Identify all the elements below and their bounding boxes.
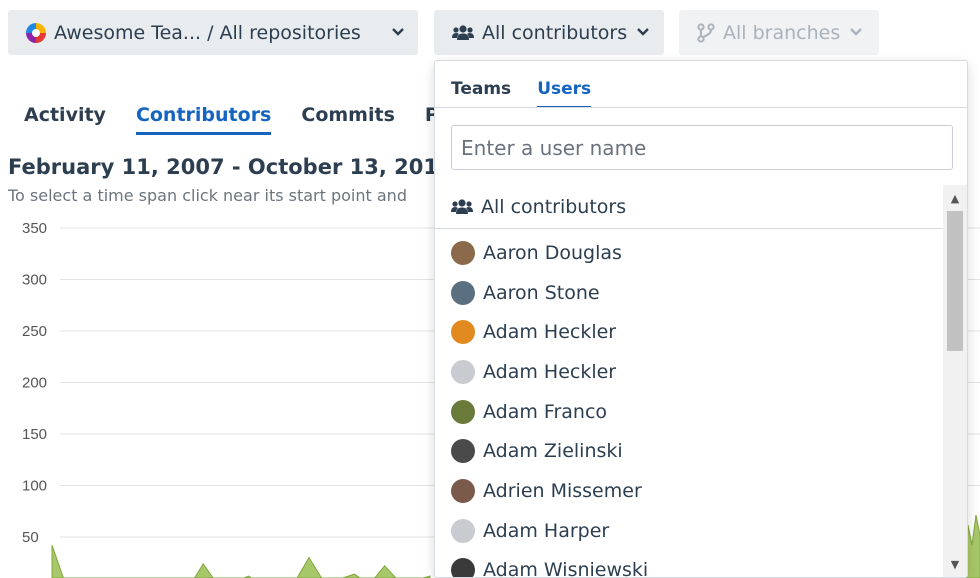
main-tabs: Activity Contributors Commits Pun xyxy=(24,104,466,135)
y-tick-label: 150 xyxy=(22,426,47,443)
user-list: All contributors Aaron Douglas Aaron Ston… xyxy=(435,185,943,578)
user-search-input[interactable] xyxy=(451,125,953,170)
tab-commits[interactable]: Commits xyxy=(301,104,395,135)
scroll-up-arrow-icon[interactable]: ▲ xyxy=(943,189,967,209)
branches-selector[interactable]: All branches xyxy=(679,10,879,55)
user-name: Adam Franco xyxy=(483,400,608,423)
contributors-dropdown: Teams Users All contributors Aaron Dougl… xyxy=(434,60,968,578)
avatar xyxy=(451,478,475,503)
contributions-area xyxy=(965,514,980,578)
user-option[interactable]: Adam Heckler xyxy=(435,312,943,352)
y-tick-label: 200 xyxy=(22,375,47,392)
dropdown-tabs: Teams Users xyxy=(451,79,592,108)
branch-icon xyxy=(697,22,715,43)
tab-contributors[interactable]: Contributors xyxy=(135,104,272,135)
branches-selector-label: All branches xyxy=(723,21,841,44)
chevron-down-icon xyxy=(850,25,863,40)
scroll-down-arrow-icon[interactable]: ▼ xyxy=(943,555,967,575)
user-option[interactable]: Aaron Douglas xyxy=(435,233,943,273)
contributions-area xyxy=(51,545,431,578)
date-range-title: February 11, 2007 - October 13, 2019 xyxy=(8,155,453,179)
repository-selector-label: Awesome Tea... / All repositories xyxy=(54,21,361,44)
all-contributors-option[interactable]: All contributors xyxy=(435,185,943,229)
user-name: Adam Wisniewski xyxy=(483,559,649,578)
user-option[interactable]: Adam Franco xyxy=(435,392,943,432)
avatar xyxy=(451,240,475,265)
avatar xyxy=(451,280,475,305)
avatar xyxy=(451,558,475,577)
user-name: Aaron Stone xyxy=(483,281,600,304)
user-option[interactable]: Adrien Missemer xyxy=(435,471,943,511)
y-tick-label: 50 xyxy=(22,529,39,546)
avatar xyxy=(451,439,475,464)
user-name: Adam Heckler xyxy=(483,360,617,383)
y-tick-label: 100 xyxy=(22,478,47,495)
all-contributors-label: All contributors xyxy=(481,195,627,218)
user-option[interactable]: Adam Wisniewski xyxy=(435,551,943,578)
users-icon xyxy=(451,198,473,216)
contributors-selector-label: All contributors xyxy=(482,21,628,44)
user-name: Adam Heckler xyxy=(483,321,617,344)
y-tick-label: 350 xyxy=(22,220,47,237)
user-name: Adam Harper xyxy=(483,519,610,542)
user-option[interactable]: Adam Harper xyxy=(435,511,943,551)
scrollbar-thumb[interactable] xyxy=(947,211,963,351)
user-option[interactable]: Aaron Stone xyxy=(435,273,943,313)
user-name: Aaron Douglas xyxy=(483,241,622,264)
chevron-down-icon xyxy=(392,25,404,40)
contributors-selector[interactable]: All contributors xyxy=(434,10,664,55)
tab-teams[interactable]: Teams xyxy=(451,79,511,108)
user-option[interactable]: Adam Heckler xyxy=(435,352,943,392)
chevron-down-icon xyxy=(637,25,649,40)
y-tick-label: 250 xyxy=(22,323,47,340)
user-name: Adrien Missemer xyxy=(483,479,642,502)
avatar xyxy=(451,359,475,384)
users-icon xyxy=(452,24,474,42)
tab-activity[interactable]: Activity xyxy=(24,104,106,135)
avatar xyxy=(451,518,475,543)
repository-selector[interactable]: Awesome Tea... / All repositories xyxy=(8,10,418,55)
avatar xyxy=(451,320,475,345)
time-span-hint: To select a time span click near its sta… xyxy=(8,186,407,205)
tab-users[interactable]: Users xyxy=(537,79,592,108)
org-logo-icon xyxy=(26,22,46,43)
user-name: Adam Zielinski xyxy=(483,440,623,463)
avatar xyxy=(451,399,475,424)
y-tick-label: 300 xyxy=(22,272,47,289)
scrollbar[interactable]: ▲ ▼ xyxy=(943,185,967,577)
users-list: Aaron Douglas Aaron Stone Adam Heckler Adam… xyxy=(435,233,943,578)
divider xyxy=(435,107,967,108)
user-option[interactable]: Adam Zielinski xyxy=(435,431,943,471)
